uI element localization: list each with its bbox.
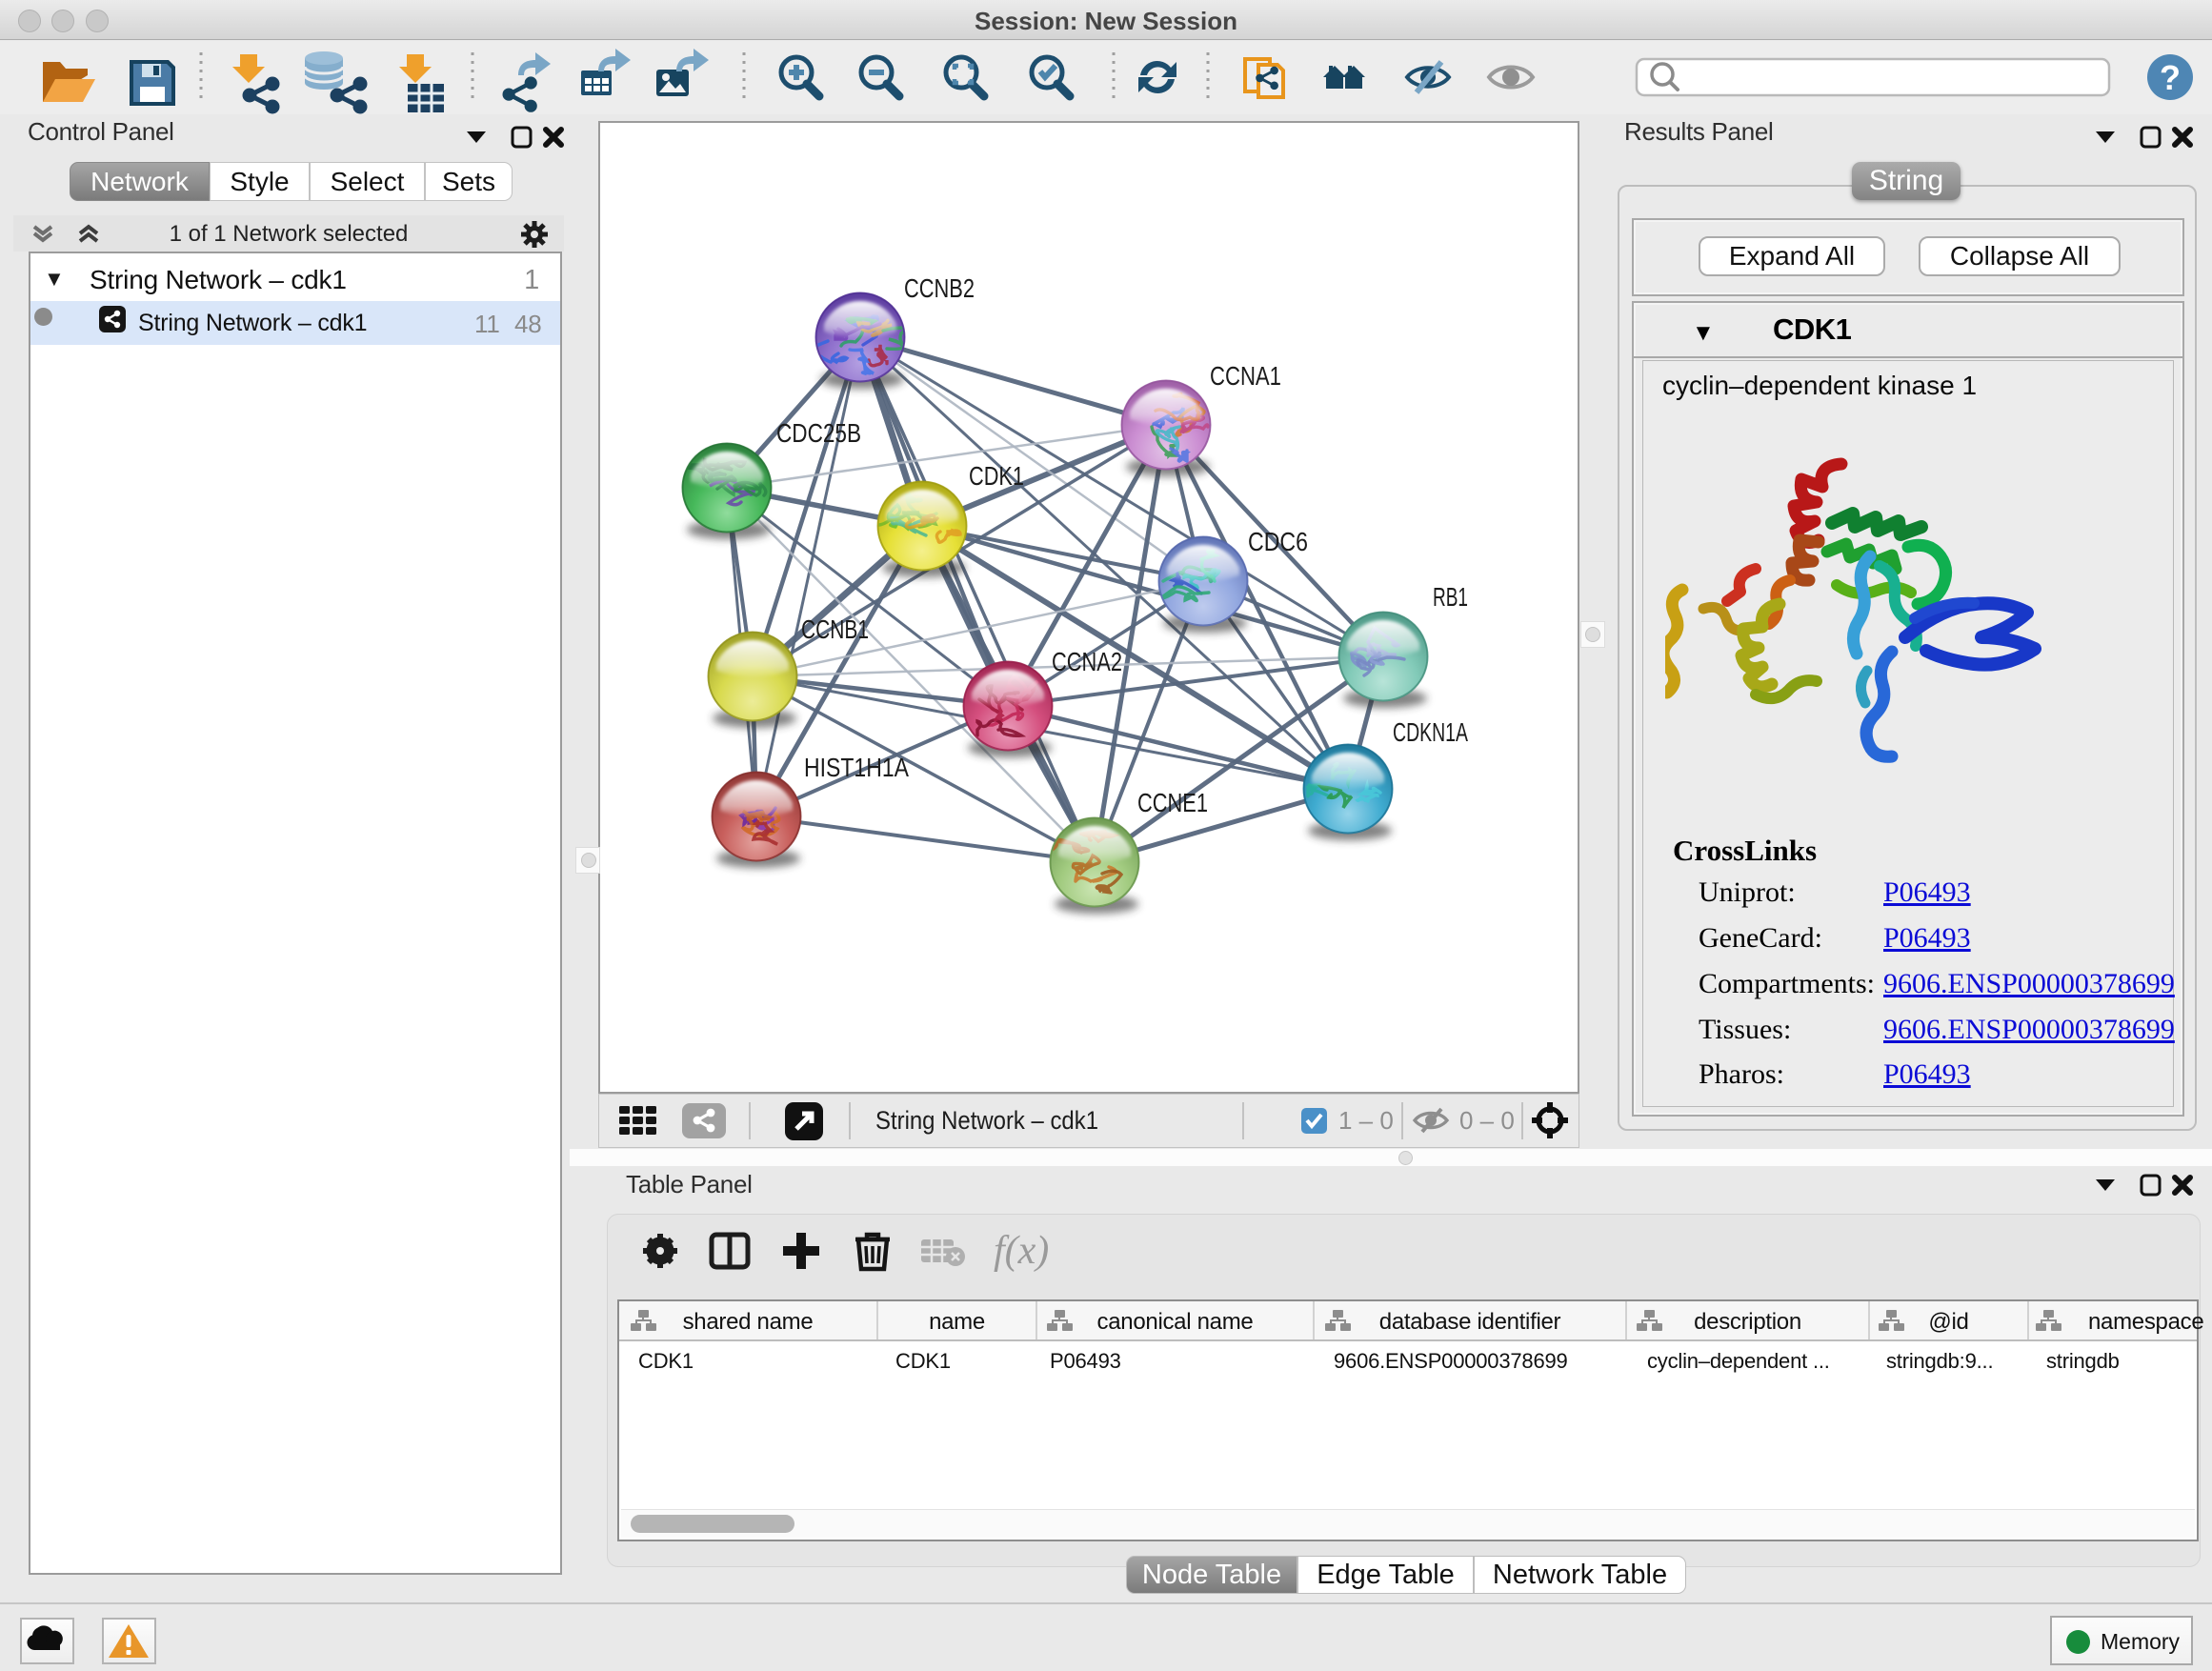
- svg-text:CCNA2: CCNA2: [1052, 647, 1122, 676]
- svg-text:1 – 0: 1 – 0: [1338, 1106, 1394, 1135]
- svg-text:CCNB2: CCNB2: [904, 273, 975, 303]
- svg-text:CCNE1: CCNE1: [1137, 788, 1208, 817]
- svg-text:?: ?: [2160, 58, 2181, 97]
- svg-text:CDC25B: CDC25B: [776, 418, 861, 448]
- svg-text:0 – 0: 0 – 0: [1459, 1106, 1515, 1135]
- svg-text:String Network – cdk1: String Network – cdk1: [875, 1106, 1098, 1135]
- svg-text:CDKN1A: CDKN1A: [1393, 717, 1468, 747]
- svg-text:CCNA1: CCNA1: [1210, 361, 1281, 391]
- svg-text:CCNB1: CCNB1: [801, 614, 869, 644]
- svg-text:f(x): f(x): [994, 1229, 1049, 1273]
- svg-text:RB1: RB1: [1433, 582, 1468, 612]
- svg-text:HIST1H1A: HIST1H1A: [804, 753, 909, 782]
- svg-text:CDC6: CDC6: [1248, 527, 1308, 556]
- svg-text:CDK1: CDK1: [969, 461, 1024, 491]
